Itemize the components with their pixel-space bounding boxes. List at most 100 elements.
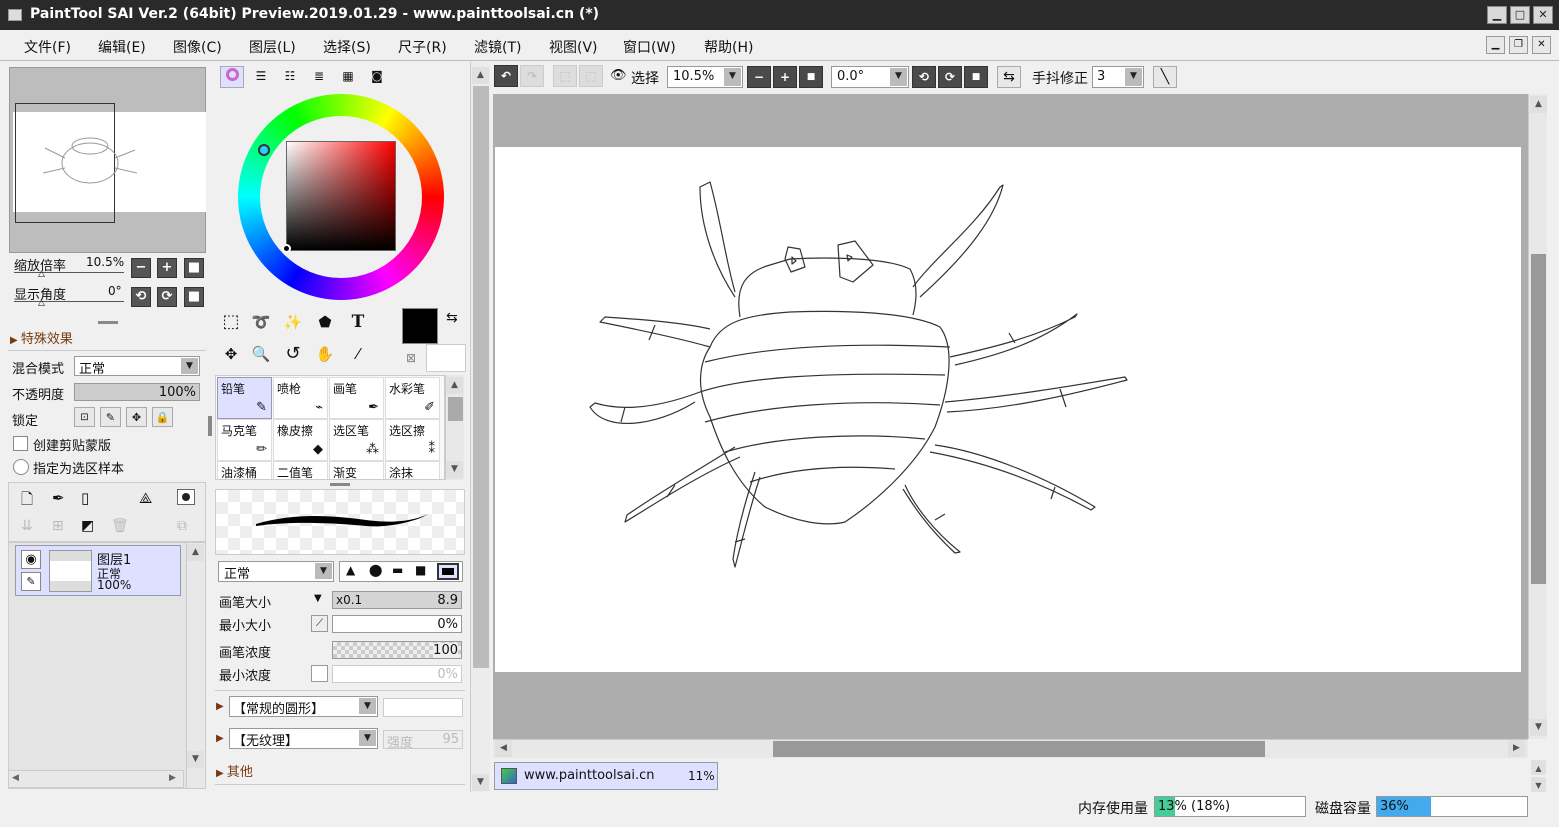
panel-splitter[interactable] — [98, 321, 118, 324]
canvas[interactable] — [495, 147, 1521, 672]
maximize-button[interactable]: □ — [1510, 6, 1530, 24]
new-folder-icon[interactable]: ▯ — [81, 489, 89, 507]
other-header[interactable]: ▶ 其他 — [216, 761, 253, 780]
menu-filter[interactable]: 滤镜(T) — [474, 37, 521, 57]
doc-close-button[interactable]: ✕ — [1532, 36, 1551, 54]
expand-shape-icon[interactable]: ▶ — [216, 701, 224, 712]
trash-icon[interactable]: 🗑 — [111, 518, 129, 534]
swatches-tab[interactable]: ▦ — [336, 66, 360, 88]
hue-handle[interactable] — [258, 144, 270, 156]
menu-edit[interactable]: 编辑(E) — [98, 37, 146, 57]
lasso-icon[interactable]: ➰ — [248, 310, 274, 336]
menu-image[interactable]: 图像(C) — [173, 37, 222, 57]
shape-strength[interactable] — [383, 698, 463, 717]
primary-color-swatch[interactable] — [402, 308, 438, 344]
panel-splitter[interactable] — [330, 483, 350, 486]
size-dropdown-icon[interactable]: ▼ — [314, 593, 322, 604]
zoom-in-button[interactable]: + — [773, 66, 797, 88]
scroll-thumb[interactable] — [473, 86, 489, 668]
doc-restore-button[interactable]: ❐ — [1509, 36, 1528, 54]
lock-move-icon[interactable]: ✥ — [126, 407, 147, 427]
eyedropper-icon[interactable]: ⁄ — [345, 342, 371, 368]
angle-slider-handle[interactable]: △ — [38, 298, 45, 308]
expand-texture-icon[interactable]: ▶ — [216, 733, 224, 744]
rotate-left-button[interactable]: ⟲ — [131, 287, 151, 307]
flip-horizontal-icon[interactable]: ⇆ — [997, 66, 1021, 88]
straight-line-icon[interactable]: ╲ — [1153, 66, 1177, 88]
transparent-color-icon[interactable]: ⊠ — [406, 351, 416, 365]
brush-size-slider[interactable]: x0.1 8.9 — [332, 591, 462, 609]
layer-scrollbar[interactable]: ▲ ▼ — [186, 543, 205, 788]
pressure-icon[interactable]: ⟋ — [311, 615, 328, 632]
zoom-out-button[interactable]: − — [131, 258, 151, 278]
close-button[interactable]: ✕ — [1533, 6, 1553, 24]
deselect-button[interactable]: ⬚ — [553, 65, 577, 87]
pencil-icon[interactable]: ✎ — [21, 572, 41, 591]
scroll-up-icon[interactable]: ▲ — [446, 377, 463, 394]
menu-file[interactable]: 文件(F) — [24, 37, 71, 57]
scroll-thumb[interactable] — [448, 397, 463, 421]
copy-layer-icon[interactable]: ⊞ — [52, 518, 64, 534]
angle-slider[interactable] — [14, 301, 124, 302]
min-density-slider[interactable]: 0% — [332, 665, 462, 683]
menu-view[interactable]: 视图(V) — [549, 37, 598, 57]
invert-select-button[interactable]: ⬚ — [579, 65, 603, 87]
min-size-slider[interactable]: 0% — [332, 615, 462, 633]
mixer-tab[interactable]: ≣ — [307, 66, 331, 88]
rotate-right-button[interactable]: ⟳ — [938, 66, 962, 88]
lock-transparency-icon[interactable]: ⊡ — [74, 407, 95, 427]
shape-icon[interactable]: ⬟ — [312, 310, 338, 336]
rotate-right-button[interactable]: ⟳ — [157, 287, 177, 307]
new-pen-layer-icon[interactable]: ✒ — [52, 489, 65, 507]
layer-hscrollbar[interactable]: ◀ ▶ — [8, 770, 184, 788]
sv-handle[interactable] — [282, 244, 291, 253]
navigator-preview[interactable] — [9, 67, 206, 253]
opacity-slider[interactable]: 100% — [74, 383, 200, 401]
tool-panel-scrollbar[interactable]: ▲ ▼ — [470, 62, 490, 792]
scroll-down-icon[interactable]: ▼ — [446, 461, 463, 478]
brush-bucket[interactable]: 油漆桶 — [217, 461, 272, 479]
scroll-thumb[interactable] — [773, 741, 1265, 757]
doc-minimize-button[interactable]: ▁ — [1486, 36, 1505, 54]
brush-select-eraser[interactable]: 选区擦 ⁑ — [385, 419, 440, 461]
zoom-slider[interactable] — [14, 272, 124, 273]
clip-checkbox[interactable] — [13, 436, 28, 451]
scroll-up-icon[interactable]: ▲ — [187, 544, 204, 561]
rotate-tool-icon[interactable]: ↺ — [280, 342, 306, 368]
layer-effect-icon[interactable]: ⟁ — [139, 489, 152, 507]
mask-icon[interactable] — [177, 489, 195, 505]
hsv-slider-tab[interactable]: ☷ — [278, 66, 302, 88]
canvas-viewport[interactable] — [493, 94, 1528, 739]
brush-brush[interactable]: 画笔 ✒ — [329, 377, 384, 419]
clear-layer-icon[interactable]: ◩ — [81, 518, 94, 534]
document-tab[interactable]: www.painttoolsai.cn 11% — [494, 762, 718, 790]
tip-round-icon[interactable]: ⬤ — [369, 563, 382, 577]
brush-watercolor[interactable]: 水彩笔 ✐ — [385, 377, 440, 419]
menu-layer[interactable]: 图层(L) — [249, 37, 296, 57]
zoom-out-button[interactable]: − — [747, 66, 771, 88]
zoom-tool-icon[interactable]: 🔍 — [248, 342, 274, 368]
redo-button[interactable]: ↷ — [520, 65, 544, 87]
eye-icon[interactable]: 👁 — [610, 68, 627, 83]
move-icon[interactable]: ✥ — [218, 342, 244, 368]
scroll-right-icon[interactable]: ▶ — [169, 773, 176, 783]
brush-marker[interactable]: 马克笔 ✏ — [217, 419, 272, 461]
min-density-checkbox[interactable] — [311, 665, 328, 682]
swap-colors-icon[interactable]: ⇆ — [446, 310, 458, 326]
tip-square-icon[interactable] — [437, 563, 459, 580]
menu-select[interactable]: 选择(S) — [323, 37, 371, 57]
minimize-button[interactable]: ▁ — [1487, 6, 1507, 24]
lock-paint-icon[interactable]: ✎ — [100, 407, 121, 427]
text-tool-icon[interactable]: T — [345, 310, 371, 336]
merge-down-icon[interactable]: ⇊ — [21, 518, 33, 534]
apply-mask-icon[interactable]: ⧉ — [177, 518, 187, 534]
rgb-slider-tab[interactable]: ☰ — [249, 66, 273, 88]
tip-sharp-icon[interactable]: ▲ — [346, 563, 355, 577]
color-wheel-tab[interactable] — [220, 66, 244, 88]
stabilizer-select[interactable]: 3 ▼ — [1092, 66, 1144, 88]
zoom-reset-button[interactable]: ■ — [799, 66, 823, 88]
canvas-hscrollbar[interactable]: ◀ ▶ — [493, 739, 1528, 758]
brush-scrollbar[interactable]: ▲ ▼ — [445, 375, 464, 480]
zoom-select[interactable]: 10.5% ▼ — [667, 66, 743, 88]
sample-radio[interactable] — [13, 459, 29, 475]
